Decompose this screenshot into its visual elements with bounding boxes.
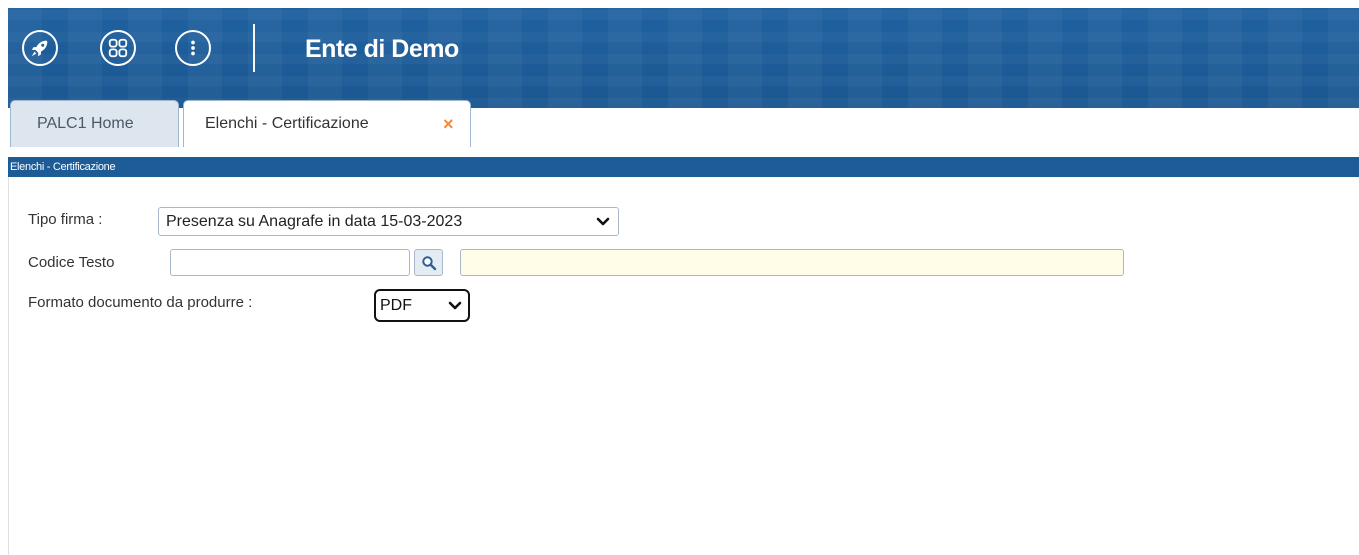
tab-palc1-home[interactable]: PALC1 Home <box>10 100 179 147</box>
rocket-button[interactable] <box>22 30 58 66</box>
header-bar: Ente di Demo <box>8 8 1359 108</box>
formato-documento-value: PDF <box>380 297 412 314</box>
apps-grid-icon <box>108 38 128 58</box>
tab-elenchi-certificazione[interactable]: Elenchi - Certificazione × <box>183 100 471 149</box>
chevron-down-icon <box>596 208 610 244</box>
more-vertical-icon <box>191 40 195 56</box>
tab-label: Elenchi - Certificazione <box>205 115 369 132</box>
breadcrumb: Elenchi - Certificazione <box>8 157 1359 177</box>
header-divider <box>253 24 255 72</box>
tab-close-icon[interactable]: × <box>443 101 454 147</box>
codice-testo-search-button[interactable] <box>414 249 443 276</box>
search-icon <box>421 255 436 270</box>
formato-documento-label: Formato documento da produrre : <box>28 294 253 311</box>
tipo-firma-value: Presenza su Anagrafe in data 15-03-2023 <box>166 213 463 230</box>
formato-documento-select[interactable]: PDF <box>374 289 470 322</box>
tab-strip-divider <box>8 147 1359 150</box>
codice-testo-input[interactable] <box>170 249 410 276</box>
apps-button[interactable] <box>100 30 136 66</box>
chevron-down-icon <box>448 291 462 330</box>
tipo-firma-label: Tipo firma : <box>28 211 103 228</box>
app-title: Ente di Demo <box>305 35 459 63</box>
codice-testo-description <box>460 249 1124 276</box>
tab-label: PALC1 Home <box>37 115 134 132</box>
form-panel: Tipo firma : Presenza su Anagrafe in dat… <box>8 177 1359 555</box>
codice-testo-label: Codice Testo <box>28 254 115 271</box>
tipo-firma-select[interactable]: Presenza su Anagrafe in data 15-03-2023 <box>158 207 619 236</box>
more-button[interactable] <box>175 30 211 66</box>
rocket-icon <box>31 40 48 57</box>
